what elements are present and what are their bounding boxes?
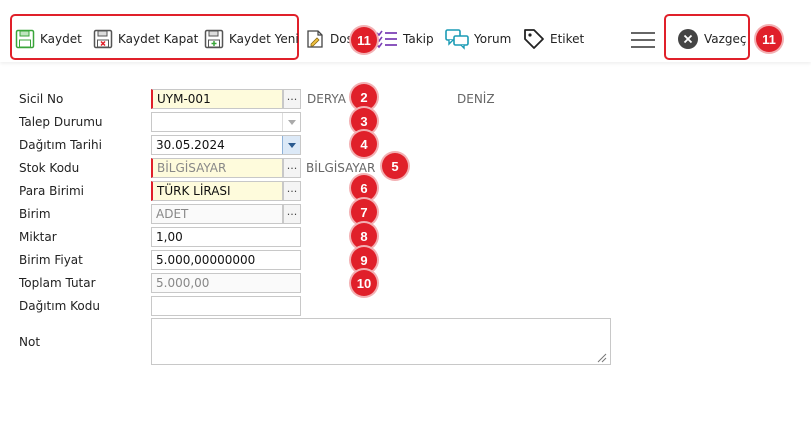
hamburger-icon bbox=[630, 30, 656, 50]
not-textarea[interactable] bbox=[151, 318, 611, 365]
stok-kodu-description: BİLGİSAYAR bbox=[306, 161, 376, 175]
miktar-label: Miktar bbox=[19, 230, 57, 244]
badge-cancel: 11 bbox=[756, 26, 782, 52]
birim-input[interactable]: ADET bbox=[151, 204, 283, 224]
badge-toplam-tutar: 10 bbox=[351, 270, 377, 296]
save-close-label: Kaydet Kapat bbox=[118, 32, 199, 46]
para-birimi-input[interactable]: TÜRK LİRASI bbox=[151, 181, 283, 201]
badge-file: 11 bbox=[351, 27, 377, 53]
dagitim-tarihi-label: Dağıtım Tarihi bbox=[19, 138, 102, 152]
menu-button[interactable] bbox=[630, 27, 656, 53]
dagitim-tarihi-input[interactable]: 30.05.2024 bbox=[151, 135, 301, 155]
tag-button[interactable]: Etiket bbox=[523, 26, 584, 52]
badge-para-birimi: 6 bbox=[351, 175, 377, 201]
chat-icon bbox=[445, 28, 469, 50]
cancel-label: Vazgeç bbox=[704, 32, 747, 46]
floppy-icon bbox=[15, 29, 35, 49]
comment-button[interactable]: Yorum bbox=[445, 26, 511, 52]
save-new-button[interactable]: Kaydet Yeni bbox=[204, 26, 299, 52]
birim-fiyat-label: Birim Fiyat bbox=[19, 253, 83, 267]
document-icon bbox=[305, 29, 325, 49]
comment-label: Yorum bbox=[474, 32, 512, 46]
close-circle-icon bbox=[677, 28, 699, 50]
not-label: Not bbox=[19, 335, 41, 349]
toplam-tutar-input[interactable]: 5.000,00 bbox=[151, 273, 301, 293]
cancel-button[interactable]: Vazgeç bbox=[677, 26, 747, 52]
badge-stok-kodu: 5 bbox=[382, 153, 408, 179]
follow-button[interactable]: Takip bbox=[376, 26, 434, 52]
para-birimi-label: Para Birimi bbox=[19, 184, 85, 198]
floppy-new-icon bbox=[204, 29, 224, 49]
toplam-tutar-label: Toplam Tutar bbox=[19, 276, 96, 290]
floppy-close-icon bbox=[93, 29, 113, 49]
talep-durumu-select[interactable] bbox=[151, 112, 301, 132]
birim-lookup-button[interactable]: ··· bbox=[283, 204, 301, 224]
stok-kodu-label: Stok Kodu bbox=[19, 161, 80, 175]
sicil-no-lookup-button[interactable]: ··· bbox=[283, 89, 301, 109]
badge-dagitim-tarihi: 4 bbox=[351, 131, 377, 157]
follow-label: Takip bbox=[403, 32, 434, 46]
badge-sicil-no: 2 bbox=[351, 84, 377, 110]
sicil-no-label: Sicil No bbox=[19, 92, 64, 106]
badge-miktar: 8 bbox=[351, 223, 377, 249]
birim-fiyat-input[interactable]: 5.000,00000000 bbox=[151, 250, 301, 270]
tag-icon bbox=[523, 28, 545, 50]
sicil-no-name: DERYA bbox=[307, 92, 346, 106]
resize-handle-icon[interactable] bbox=[597, 352, 607, 363]
sicil-no-input[interactable]: UYM-001 bbox=[151, 89, 283, 109]
sicil-no-surname: DENİZ bbox=[457, 92, 495, 106]
save-button[interactable]: Kaydet bbox=[15, 26, 82, 52]
talep-durumu-label: Talep Durumu bbox=[19, 115, 103, 129]
save-label: Kaydet bbox=[40, 32, 82, 46]
stok-kodu-input[interactable]: BİLGİSAYAR bbox=[151, 158, 283, 178]
stok-kodu-lookup-button[interactable]: ··· bbox=[283, 158, 301, 178]
tag-label: Etiket bbox=[550, 32, 585, 46]
dagitim-kodu-input[interactable] bbox=[151, 296, 301, 316]
calendar-dropdown-icon[interactable] bbox=[282, 136, 300, 154]
miktar-input[interactable]: 1,00 bbox=[151, 227, 301, 247]
talep-durumu-dropdown-icon[interactable] bbox=[282, 113, 300, 131]
save-new-label: Kaydet Yeni bbox=[229, 32, 299, 46]
checklist-icon bbox=[376, 29, 398, 49]
save-close-button[interactable]: Kaydet Kapat bbox=[93, 26, 198, 52]
toolbar: Kaydet Kaydet Kapat Kaydet Yeni Dosy Tak… bbox=[0, 0, 811, 62]
birim-label: Birim bbox=[19, 207, 51, 221]
dagitim-kodu-label: Dağıtım Kodu bbox=[19, 299, 100, 313]
para-birimi-lookup-button[interactable]: ··· bbox=[283, 181, 301, 201]
badge-birim: 7 bbox=[351, 199, 377, 225]
